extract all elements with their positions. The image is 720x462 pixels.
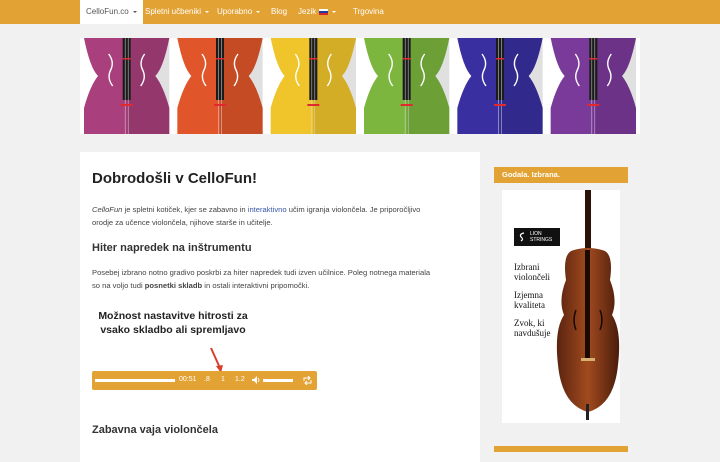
- nav-brand-label: CelloFun.co: [86, 7, 129, 16]
- speed-fast-button[interactable]: 1.2: [235, 376, 245, 383]
- banner-cello-6: [550, 38, 636, 134]
- ad-text: Izbrani: [514, 262, 540, 272]
- banner-cello-4: [364, 38, 450, 134]
- nav-item-label: Trgovina: [353, 7, 384, 16]
- audio-player: 00:51 .8 1 1.2: [92, 371, 317, 390]
- ad-text: Zvok, ki: [514, 318, 545, 328]
- progress-paragraph: Posebej izbrano notno gradivo poskrbi za…: [92, 267, 472, 292]
- intro-text: učim igranja violončela. Je priporočljiv…: [286, 205, 421, 214]
- volume-slider[interactable]: [263, 379, 293, 382]
- sidebar-widget-footer: [494, 446, 628, 452]
- nav-item-blog[interactable]: Blog: [271, 0, 287, 24]
- speed-promo-graphic: Možnost nastavitve hitrosti za vsako skl…: [92, 310, 317, 395]
- intro-emphasis: CelloFun: [92, 205, 123, 214]
- chevron-down-icon: [256, 10, 261, 13]
- nav-item-useful[interactable]: Uporabno: [217, 0, 261, 24]
- paragraph-text: in ostali interaktivni pripomočki.: [202, 280, 310, 290]
- ad-text: violončeli: [514, 272, 550, 282]
- nav-item-textbooks[interactable]: Spletni učbeniki: [145, 0, 210, 24]
- lion-strings-logo-icon: [519, 232, 525, 242]
- section-heading-practice: Zabavna vaja violončela: [92, 424, 218, 436]
- red-arrow-icon: [210, 347, 223, 373]
- slovenia-flag-icon: [319, 8, 329, 15]
- promo-caption: Možnost nastavitve hitrosti za vsako skl…: [98, 310, 248, 336]
- chevron-down-icon: [132, 10, 137, 13]
- nav-item-label: Blog: [271, 7, 288, 16]
- banner-cello-3: [270, 38, 356, 134]
- time-display: 00:51: [179, 376, 197, 383]
- speed-normal-button[interactable]: 1: [221, 376, 225, 383]
- lion-strings-ad[interactable]: LION STRINGS Izbrani violončeli Izjemna kv…: [502, 190, 620, 423]
- banner-cello-2: [177, 38, 263, 134]
- sidebar: Godala. Izbrana. LION STRINGS Izbrani vio…: [494, 167, 628, 427]
- nav-item-language[interactable]: Jezik: [298, 0, 337, 24]
- loop-icon[interactable]: [303, 376, 312, 385]
- ad-text: Izjemna: [514, 290, 543, 300]
- intro-text: je spletni kotiček, kjer se zabavno in: [122, 205, 248, 214]
- intro-paragraph: CelloFun je spletni kotiček, kjer se zab…: [92, 204, 472, 229]
- speed-slow-button[interactable]: .8: [204, 376, 210, 383]
- section-heading-progress: Hiter napredek na inštrumentu: [92, 242, 252, 254]
- ad-line-3: Zvok, ki navdušuje: [514, 318, 551, 338]
- nav-brand-link[interactable]: CelloFun.co: [80, 0, 143, 24]
- cello-banner-image: [84, 38, 636, 134]
- cello-banner: [80, 38, 640, 134]
- intro-text: orodje za učence violončela, njihove sta…: [92, 217, 273, 227]
- ad-line-1: Izbrani violončeli: [514, 262, 550, 282]
- recordings-bold-text: posnetki skladb: [144, 280, 203, 290]
- chevron-down-icon: [205, 10, 210, 13]
- chevron-down-icon: [332, 10, 337, 13]
- nav-item-label: Uporabno: [217, 7, 253, 16]
- paragraph-text: Posebej izbrano notno gradivo poskrbi za…: [92, 268, 431, 277]
- nav-item-shop[interactable]: Trgovina: [353, 0, 384, 24]
- page-title: Dobrodošli v CelloFun!: [92, 170, 257, 187]
- nav-item-label: Spletni učbeniki: [145, 7, 202, 16]
- ad-text: kvaliteta: [514, 300, 545, 310]
- main-content: Dobrodošli v CelloFun! CelloFun je splet…: [80, 152, 480, 462]
- nav-item-label: Jezik: [298, 7, 317, 16]
- top-navbar: CelloFun.co Spletni učbeniki Uporabno Bl…: [0, 0, 720, 24]
- banner-cello-1: [84, 38, 170, 134]
- banner-cello-5: [457, 38, 543, 134]
- ad-text: navdušuje: [514, 328, 551, 338]
- interactive-link[interactable]: interaktivno: [248, 205, 287, 214]
- paragraph-text: so na voljo tudi: [92, 280, 145, 290]
- volume-icon[interactable]: [252, 376, 260, 384]
- sidebar-heading: Godala. Izbrana.: [494, 167, 628, 183]
- cello-image: [556, 190, 620, 420]
- progress-track[interactable]: [95, 379, 175, 382]
- ad-line-2: Izjemna kvaliteta: [514, 290, 545, 310]
